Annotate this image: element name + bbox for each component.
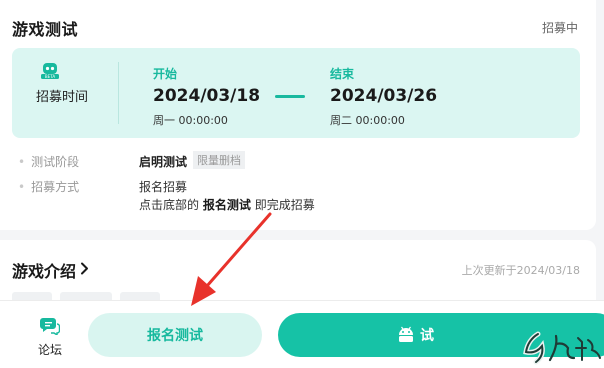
recruit-method-value: 报名招募 bbox=[139, 180, 188, 194]
start-label: 开始 bbox=[153, 67, 178, 81]
signup-test-button[interactable]: 报名测试 bbox=[88, 313, 262, 357]
svg-text:BETA: BETA bbox=[45, 74, 55, 79]
method-desc-suffix: 即完成招募 bbox=[254, 198, 315, 212]
test-stage-value: 启明测试 bbox=[139, 155, 188, 169]
recruit-method-key: 招募方式 bbox=[18, 178, 79, 195]
chevron-right-icon[interactable] bbox=[80, 262, 89, 275]
forum-button[interactable]: 论坛 bbox=[30, 311, 70, 363]
forum-label[interactable]: 论坛 bbox=[38, 341, 62, 358]
last-update-text: 上次更新于2024/03/18 bbox=[461, 264, 580, 277]
end-time: 周二 00:00:00 bbox=[330, 114, 405, 127]
method-desc-prefix: 点击底部的 bbox=[139, 198, 200, 212]
forum-icon[interactable] bbox=[40, 317, 60, 335]
end-date: 2024/03/26 bbox=[330, 86, 438, 106]
recruit-time-panel: BETA 招募时间 开始 2024/03/18 周一 00:00:00 结束 2… bbox=[12, 48, 580, 138]
method-desc-bold: 报名测试 bbox=[202, 198, 251, 212]
test-stage-key: 测试阶段 bbox=[18, 153, 79, 170]
test-stage-tag: 限量删档 bbox=[193, 151, 245, 169]
recruit-status-badge: 招募中 bbox=[541, 21, 578, 35]
end-label: 结束 bbox=[330, 67, 355, 81]
recruit-time-label: 招募时间 bbox=[36, 90, 89, 105]
game-test-card: 游戏测试 招募中 BETA 招募时间 开始 2024/03/18 周一 00:0… bbox=[0, 0, 596, 230]
section-title-game-test: 游戏测试 bbox=[12, 20, 79, 39]
start-date: 2024/03/18 bbox=[153, 86, 261, 106]
recruit-method-description: 点击底部的 报名测试 即完成招募 bbox=[139, 196, 315, 213]
panel-divider bbox=[118, 62, 119, 124]
bottom-action-bar: 论坛 报名测试 试 bbox=[0, 300, 604, 368]
download-label[interactable]: 试 bbox=[420, 325, 434, 345]
section-title-game-intro[interactable]: 游戏介绍 bbox=[12, 258, 76, 282]
date-range-arrow bbox=[275, 95, 305, 98]
android-icon bbox=[399, 326, 413, 342]
beta-icon: BETA bbox=[41, 63, 59, 79]
start-time: 周一 00:00:00 bbox=[153, 114, 228, 127]
watermark-logo bbox=[523, 331, 601, 365]
